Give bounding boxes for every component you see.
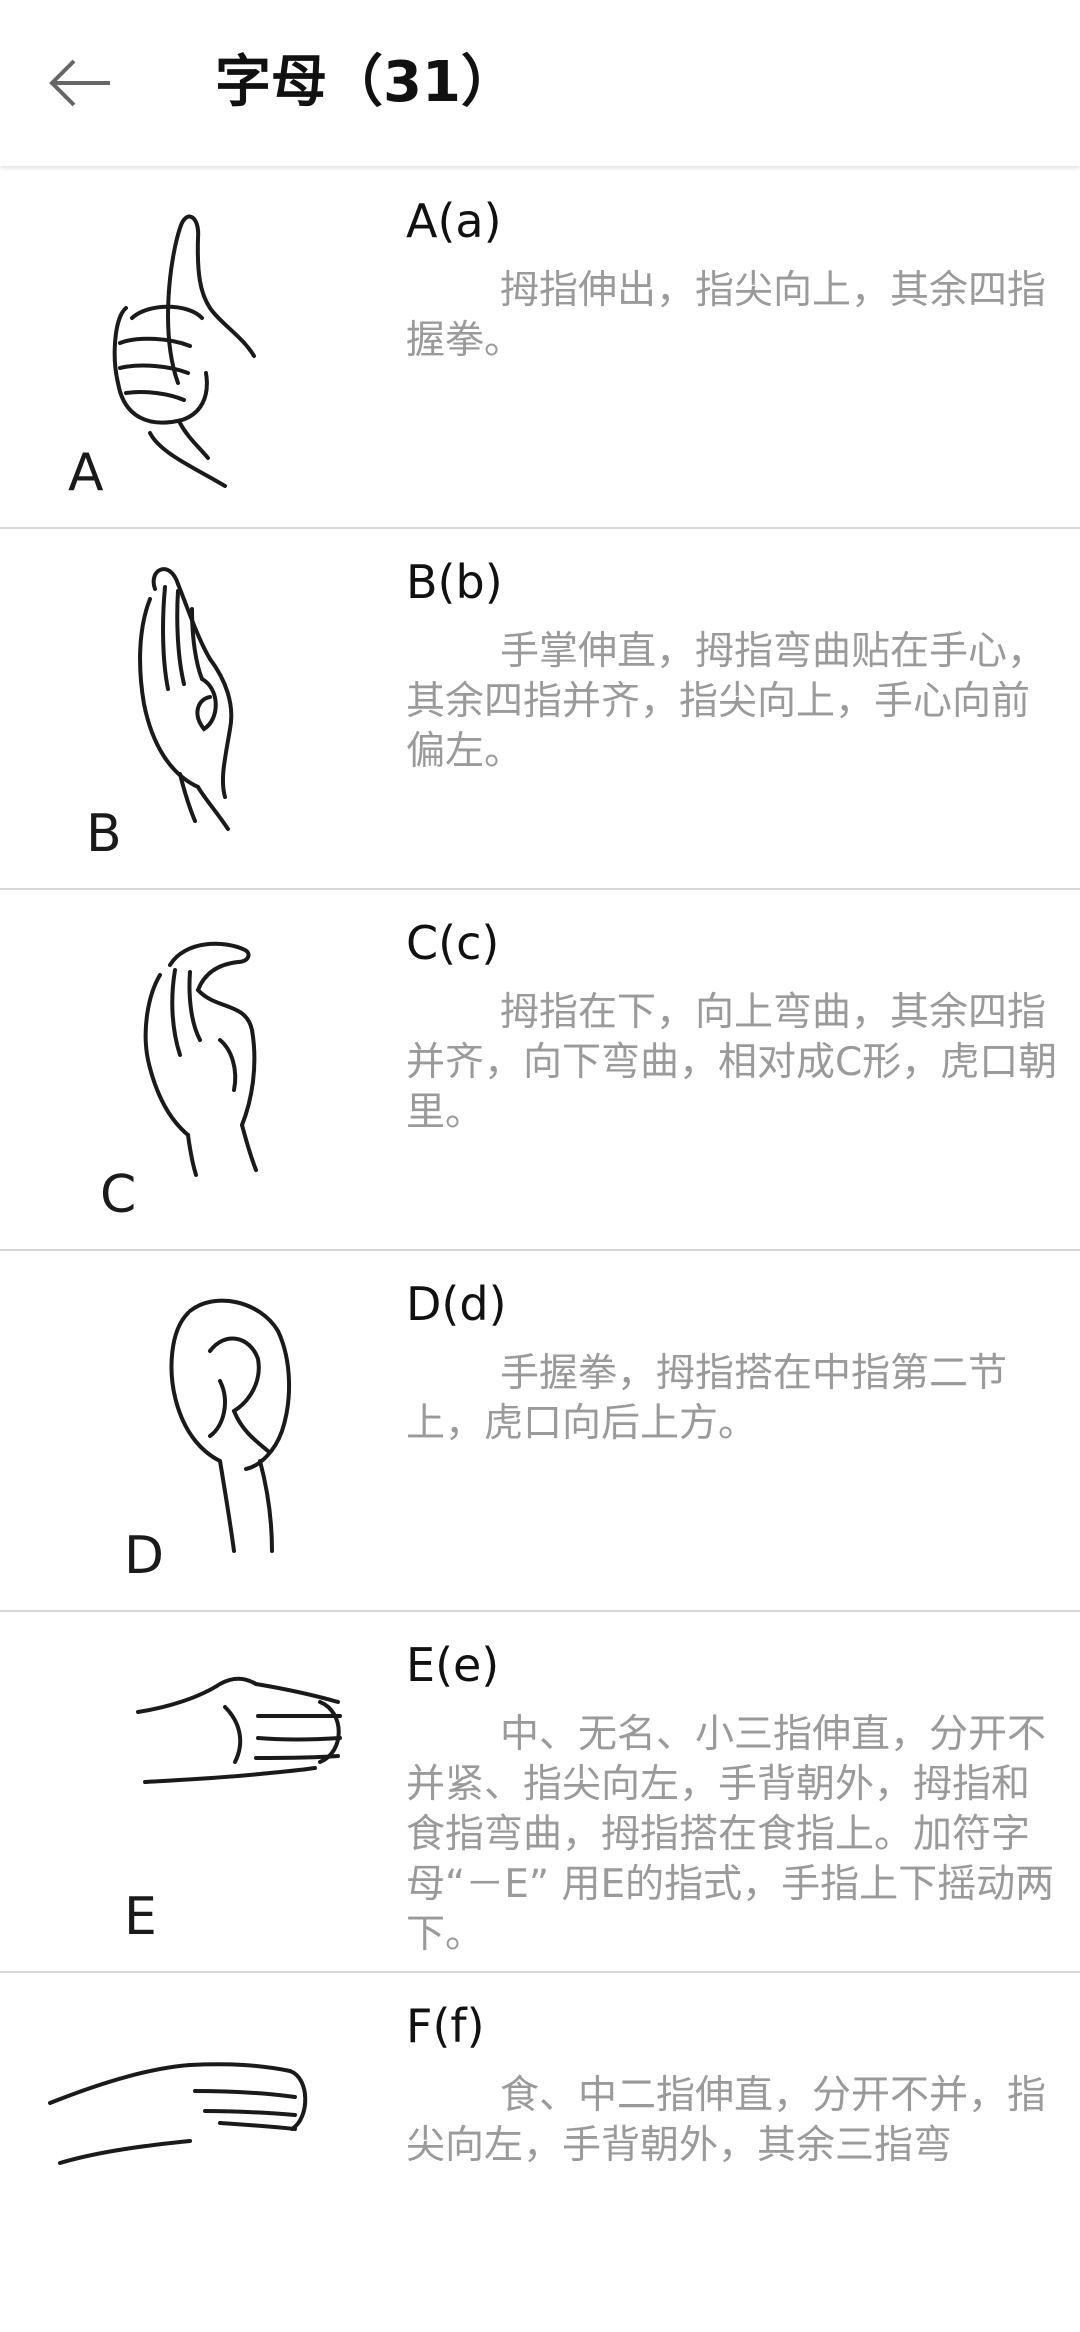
back-button[interactable] <box>40 43 120 123</box>
hand-sign-letter: E <box>124 1887 157 1947</box>
item-description: 拇指伸出，指尖向上，其余四指握拳。 <box>406 268 1047 363</box>
item-description: 手握拳，拇指搭在中指第二节上，虎口向后上方。 <box>406 1351 1008 1446</box>
hand-sign-image-b: B <box>20 529 390 888</box>
hand-sign-letter: B <box>86 804 122 864</box>
item-title: F(f) <box>406 1999 485 2053</box>
letter-list[interactable]: A A(a) 拇指伸出，指尖向上，其余四指握拳。 B B(b) 手掌伸直，拇指弯… <box>0 168 1080 2332</box>
list-item-e[interactable]: E E(e) 中、无名、小三指伸直，分开不并紧、指尖向左，手背朝外，拇指和食指弯… <box>0 1612 1080 1973</box>
item-title: D(d) <box>406 1277 507 1331</box>
hand-sign-image-d: D <box>20 1251 390 1610</box>
arrow-left-icon <box>49 59 110 107</box>
item-description: 拇指在下，向上弯曲，其余四指并齐，向下弯曲，相对成C形，虎口朝里。 <box>406 990 1058 1135</box>
list-item-b[interactable]: B B(b) 手掌伸直，拇指弯曲贴在手心，其余四指并齐，指尖向上，手心向前偏左。 <box>0 529 1080 890</box>
item-title: A(a) <box>406 194 502 248</box>
hand-sign-letter: C <box>100 1165 136 1225</box>
page-title: 字母（31） <box>215 50 517 115</box>
item-title: E(e) <box>406 1638 500 1692</box>
hand-sign-letter: A <box>68 443 104 503</box>
hand-sign-letter: D <box>124 1526 164 1586</box>
item-description: 食、中二指伸直，分开不并，指尖向左，手背朝外，其余三指弯 <box>406 2073 1047 2168</box>
list-item-c[interactable]: C C(c) 拇指在下，向上弯曲，其余四指并齐，向下弯曲，相对成C形，虎口朝里。 <box>0 890 1080 1251</box>
item-description: 中、无名、小三指伸直，分开不并紧、指尖向左，手背朝外，拇指和食指弯曲，拇指搭在食… <box>406 1712 1055 1957</box>
list-item-a[interactable]: A A(a) 拇指伸出，指尖向上，其余四指握拳。 <box>0 168 1080 529</box>
item-description: 手掌伸直，拇指弯曲贴在手心，其余四指并齐，指尖向上，手心向前偏左。 <box>406 629 1047 774</box>
hand-sign-image-c: C <box>20 890 390 1249</box>
list-item-d[interactable]: D D(d) 手握拳，拇指搭在中指第二节上，虎口向后上方。 <box>0 1251 1080 1612</box>
list-item-f[interactable]: F(f) 食、中二指伸直，分开不并，指尖向左，手背朝外，其余三指弯 <box>0 1973 1080 2332</box>
item-title: C(c) <box>406 916 500 970</box>
hand-sign-image-f <box>20 1973 390 2332</box>
hand-sign-image-e: E <box>20 1612 390 1971</box>
item-title: B(b) <box>406 555 503 609</box>
app-bar: 字母（31） <box>0 0 1080 166</box>
hand-sign-image-a: A <box>20 168 390 527</box>
